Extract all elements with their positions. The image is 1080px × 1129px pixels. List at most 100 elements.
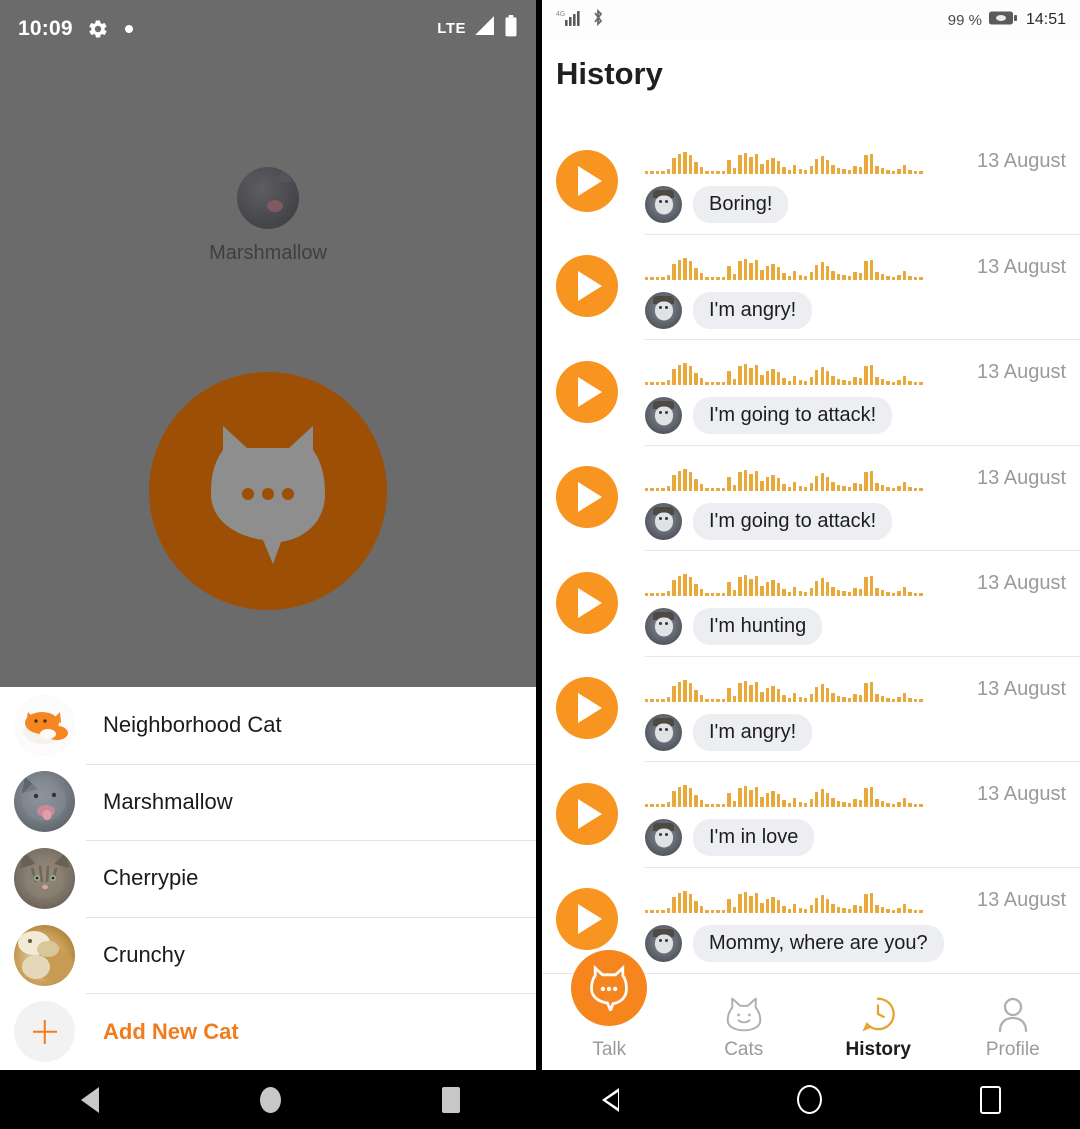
audio-waveform[interactable] [645,779,923,807]
nav-item-cats[interactable]: Cats [677,974,812,1070]
cat-avatar [645,924,682,962]
audio-waveform[interactable] [645,146,923,174]
cat-list-sheet: Neighborhood Cat Marshmallow Cherrypie C… [0,687,536,1070]
history-message-bubble: Mommy, where are you? [693,924,944,962]
play-icon [578,587,602,618]
home-icon[interactable] [259,1086,281,1113]
history-message-bubble: I'm angry! [693,291,813,329]
cat-mouth-icon [266,200,283,213]
cat-list-item-label: Cherrypie [103,865,199,891]
cat-list-item[interactable]: Neighborhood Cat [0,687,536,764]
play-button[interactable] [556,466,618,529]
cat-list-item-label: Crunchy [103,942,185,968]
talk-fab-button[interactable] [571,950,648,1026]
history-message-bubble: I'm hunting [693,608,823,645]
cat-ear-right-icon [275,169,293,182]
audio-waveform[interactable] [645,357,923,385]
selected-cat-name: Marshmallow [209,242,327,264]
home-icon[interactable] [797,1085,822,1114]
history-message-bubble: Boring! [693,186,789,223]
history-message-line: I'm going to attack! [645,397,893,434]
play-button[interactable] [556,149,618,212]
history-row[interactable]: I'm going to attack! 13 August [542,444,1080,551]
play-button[interactable] [556,888,618,951]
audio-waveform[interactable] [645,568,923,596]
history-date: 13 August [977,572,1066,594]
play-button[interactable] [556,571,618,634]
history-row-body: Mommy, where are you? [645,867,977,973]
history-message-line: I'm angry! [645,713,813,751]
history-message-bubble: I'm going to attack! [693,397,893,434]
history-message-line: I'm hunting [645,608,823,645]
cat-ear-left-icon [243,169,261,182]
play-button[interactable] [556,255,618,318]
history-row[interactable]: Boring! 13 August [542,128,1080,234]
play-icon [578,165,602,196]
recents-icon[interactable] [980,1085,1001,1114]
audio-waveform[interactable] [645,674,923,702]
audio-waveform[interactable] [645,252,923,280]
history-row-body: I'm going to attack! [645,445,977,551]
play-icon [578,482,602,513]
page-title: History [556,56,663,91]
right-status-bar: 4G 99 % 14:51 [542,0,1080,40]
cat-list-item[interactable]: Marshmallow [0,763,536,841]
bluetooth-icon [591,8,605,32]
signal-icon [474,16,496,41]
nav-label-talk: Talk [592,1039,627,1060]
history-row[interactable]: I'm in love 13 August [542,761,1080,867]
add-new-cat-row[interactable]: Add New Cat [0,993,536,1070]
nav-item-history[interactable]: History [811,974,946,1070]
battery-percent: 99 % [947,11,982,29]
history-row-body: I'm hunting [645,550,977,656]
nav-item-profile[interactable]: Profile [946,974,1080,1070]
cat-avatar [645,502,682,540]
cat-list-item[interactable]: Cherrypie [0,840,536,917]
history-row[interactable]: I'm hunting 13 August [542,550,1080,656]
clock-bubble-icon [859,991,897,1037]
screenshot-root: 10:09 LTE Marshmallow Neighborhood Cat M… [0,0,1080,1129]
person-outline-icon [995,991,1031,1037]
history-row-body: I'm angry! [645,234,977,340]
nav-item-talk[interactable]: Talk [542,950,677,1070]
audio-waveform[interactable] [645,463,923,491]
selected-cat-avatar[interactable] [237,167,299,229]
system-nav-left [0,1070,540,1129]
back-icon[interactable] [602,1086,639,1114]
cat-avatar [645,397,682,434]
cat-list-item-label: Marshmallow [103,788,233,814]
play-icon [578,798,602,829]
play-icon [578,693,602,724]
system-nav-right [540,1070,1080,1129]
recents-icon[interactable] [441,1086,460,1113]
network-label: LTE [437,20,466,37]
audio-waveform[interactable] [645,885,923,913]
history-date: 13 August [977,783,1066,805]
android-system-nav [0,1070,1080,1129]
history-row[interactable]: I'm angry! 13 August [542,655,1080,762]
history-list: Boring! 13 August I'm angry! 13 August I'm g… [542,128,1080,973]
history-row[interactable]: I'm angry! 13 August [542,233,1080,340]
back-icon[interactable] [80,1086,99,1113]
nav-label-profile: Profile [985,1039,1040,1060]
battery-icon [988,10,1019,31]
history-message-bubble: I'm in love [693,819,815,856]
status-clock: 10:09 [18,16,73,40]
cat-avatar [645,291,682,329]
cat-list-item-label: Neighborhood Cat [103,712,282,738]
cat-avatar [14,771,75,833]
history-row-body: I'm in love [645,761,977,867]
play-button[interactable] [556,782,618,845]
play-button[interactable] [556,360,618,423]
svg-text:4G: 4G [556,11,565,18]
battery-icon [504,15,518,42]
notification-dot-icon [124,24,133,33]
cat-avatar [645,819,682,856]
plus-icon [14,1001,75,1063]
cat-list-item[interactable]: Crunchy [0,916,536,994]
cat-speech-bubble-logo-icon[interactable] [149,372,387,610]
play-icon [578,376,602,407]
history-message-line: I'm going to attack! [645,502,893,540]
play-button[interactable] [556,677,618,740]
history-row[interactable]: I'm going to attack! 13 August [542,339,1080,445]
